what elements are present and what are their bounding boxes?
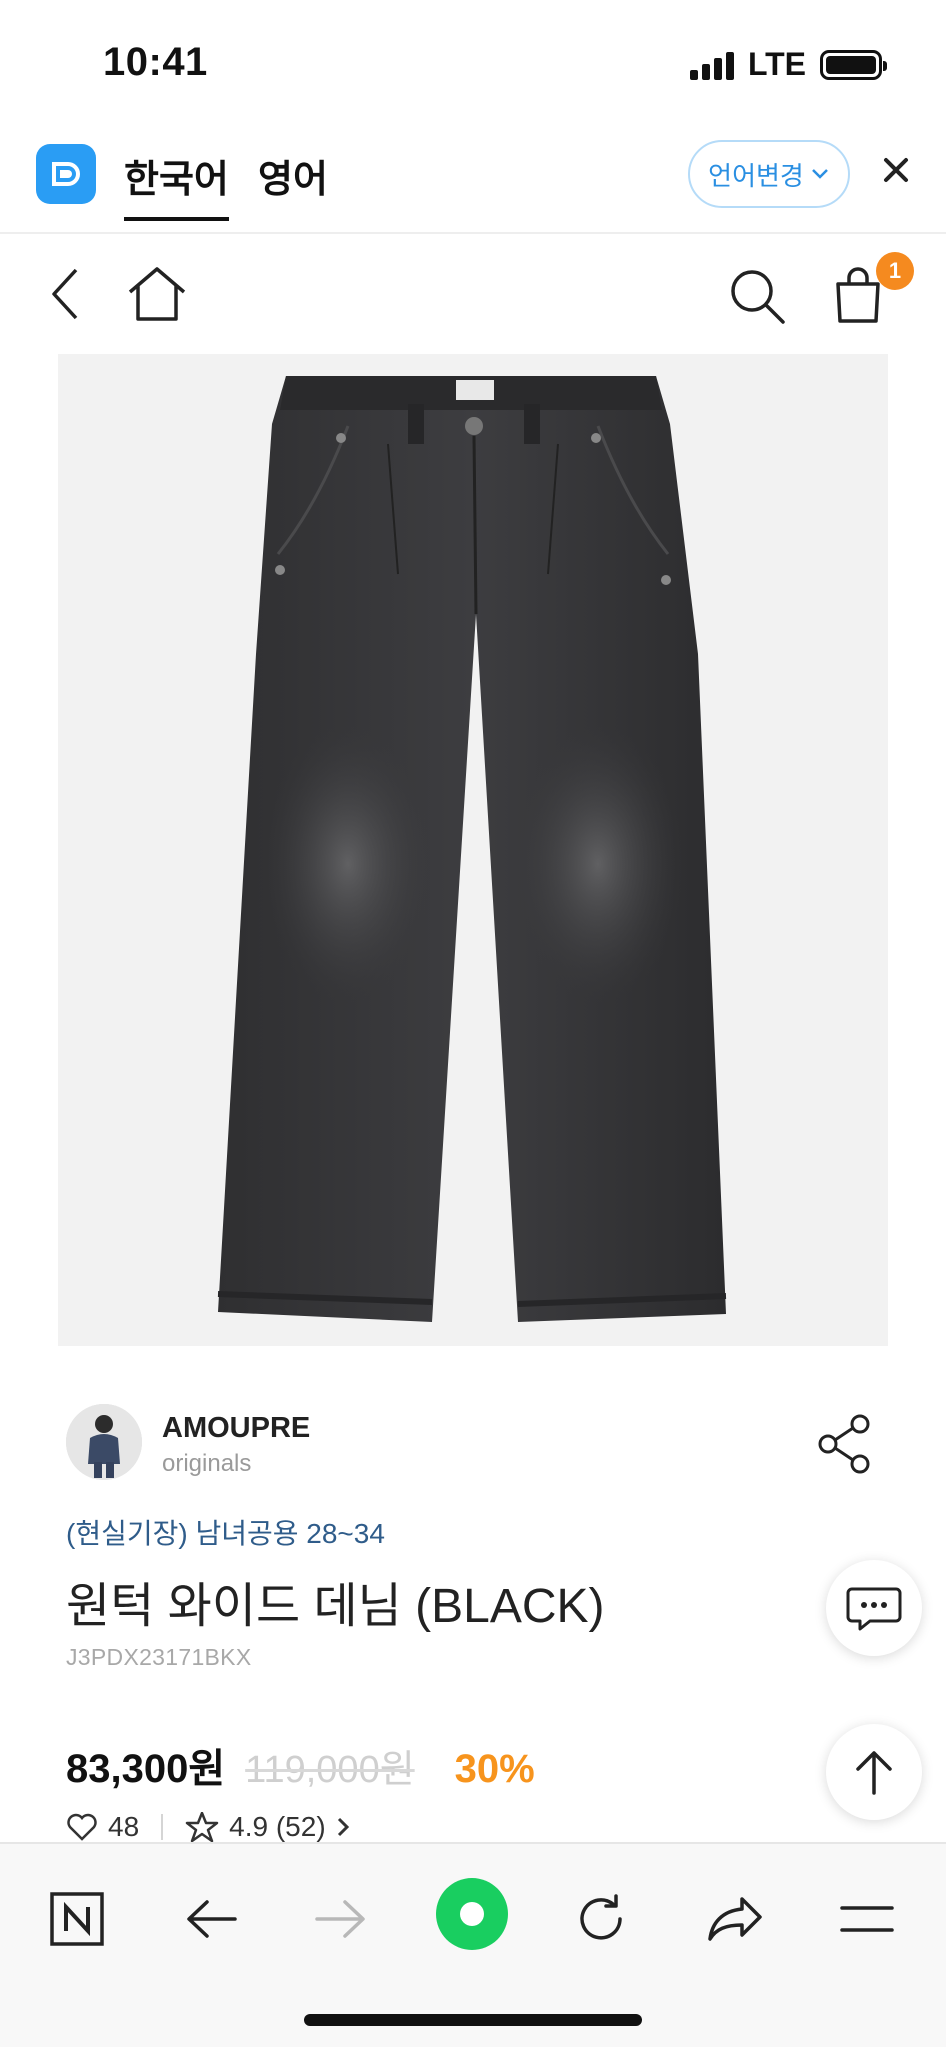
arrow-up-icon (856, 1751, 892, 1795)
green-dot-icon[interactable] (434, 1876, 510, 1952)
signal-icon (689, 50, 734, 80)
sale-price: 83,300원 (66, 1747, 226, 1791)
tab-korean[interactable]: 한국어 (124, 148, 229, 221)
change-language-button[interactable]: 언어변경 (688, 140, 850, 208)
refresh-icon[interactable] (566, 1884, 636, 1954)
chat-button[interactable] (826, 1560, 922, 1656)
product-title: 원턱 와이드 데님 (BLACK) (66, 1580, 605, 1633)
brand-avatar[interactable] (66, 1404, 142, 1480)
scroll-top-button[interactable] (826, 1724, 922, 1820)
menu-icon[interactable] (832, 1884, 902, 1954)
home-icon[interactable] (124, 264, 190, 324)
like-count[interactable]: 48 (108, 1812, 139, 1842)
site-nav (0, 236, 946, 354)
product-code: J3PDX23171BKX (66, 1644, 252, 1670)
change-language-label: 언어변경 (708, 160, 804, 191)
status-time: 10:41 (103, 40, 208, 84)
rating-summary[interactable]: 4.9 (52) (229, 1812, 326, 1842)
network-type: LTE (747, 46, 806, 82)
close-icon[interactable] (876, 150, 916, 190)
naver-home-icon[interactable] (42, 1884, 112, 1954)
translate-bar: 한국어 영어 언어변경 (0, 128, 946, 234)
translator-logo-icon[interactable] (36, 144, 96, 204)
cart-count-badge: 1 (876, 252, 914, 290)
status-indicators: LTE (689, 46, 887, 83)
battery-icon (820, 49, 887, 80)
search-icon[interactable] (726, 266, 788, 326)
stats-divider (161, 1814, 164, 1840)
tab-english[interactable]: 영어 (258, 148, 328, 217)
star-icon (185, 1812, 219, 1842)
heart-icon[interactable] (66, 1812, 98, 1842)
status-bar: 10:41 LTE (0, 0, 946, 128)
discount-rate: 30% (454, 1747, 535, 1791)
brand-subtitle: originals (162, 1450, 252, 1477)
share-arrow-icon[interactable] (700, 1884, 770, 1954)
back-icon[interactable] (40, 264, 90, 324)
share-icon[interactable] (816, 1414, 876, 1474)
forward-arrow-icon (306, 1884, 376, 1954)
chat-icon (846, 1587, 902, 1631)
product-subtitle: (현실기장) 남녀공용 28~34 (66, 1518, 385, 1549)
home-indicator (304, 2014, 642, 2026)
original-price: 119,000원 (245, 1749, 415, 1791)
chevron-down-icon (811, 169, 828, 179)
product-image[interactable] (58, 354, 888, 1346)
brand-row[interactable]: AMOUPRE originals (66, 1404, 886, 1480)
back-arrow-icon[interactable] (176, 1884, 246, 1954)
chevron-right-icon[interactable] (336, 1816, 350, 1838)
price-row: 83,300원 119,000원 30% (66, 1736, 535, 1792)
brand-name[interactable]: AMOUPRE (162, 1412, 310, 1445)
stats-row: 48 4.9 (52) (66, 1812, 350, 1842)
